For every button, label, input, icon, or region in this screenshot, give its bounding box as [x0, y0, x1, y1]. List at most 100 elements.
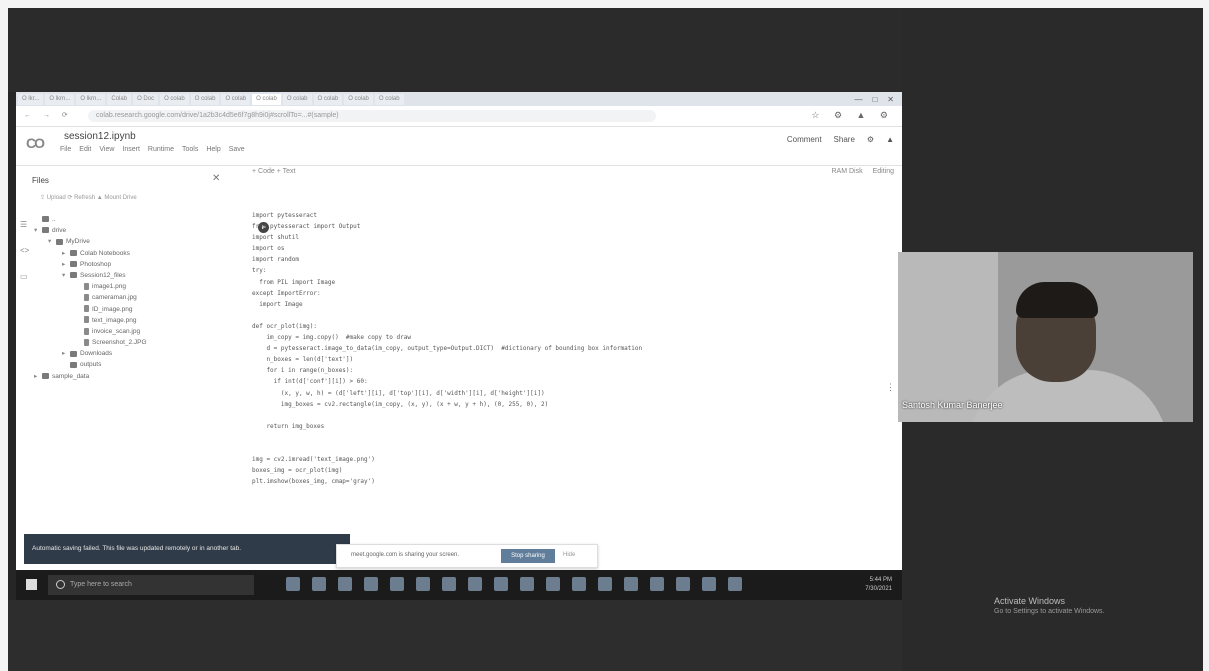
teams-icon[interactable]	[572, 577, 586, 591]
file-icon	[84, 305, 89, 313]
browser-tab[interactable]: O colab	[313, 93, 343, 105]
close-window-icon[interactable]: ✕	[887, 95, 894, 104]
task-view-icon[interactable]	[286, 577, 300, 591]
edge-icon[interactable]	[312, 577, 326, 591]
system-tray-clock[interactable]: 5:44 PM 7/30/2021	[865, 576, 892, 594]
tree-item-label: outputs	[80, 361, 102, 369]
file-item[interactable]: Screenshot_2.JPG	[22, 337, 232, 348]
menu-item-insert[interactable]: Insert	[122, 146, 140, 153]
menu-item-help[interactable]: Help	[206, 146, 220, 153]
code-line: import os	[252, 245, 285, 253]
menu-item-view[interactable]: View	[99, 146, 114, 153]
code-line: im_copy = img.copy() #make copy to draw	[252, 334, 411, 342]
files-actions[interactable]: ⇪ Upload ⟳ Refresh ▲ Mount Drive	[40, 194, 137, 201]
colab-menu-bar: File Edit View Insert Runtime Tools Help Save	[60, 146, 245, 153]
excel-icon[interactable]	[468, 577, 482, 591]
tree-item-label: Photoshop	[80, 260, 112, 268]
folder-item[interactable]: ▾ Session12_files	[22, 270, 232, 281]
code-line: return img_boxes	[252, 422, 325, 430]
word-icon[interactable]	[442, 577, 456, 591]
browser-tab[interactable]: O colab	[282, 93, 312, 105]
close-icon[interactable]: ✕	[212, 173, 220, 184]
file-item[interactable]: image1.png	[22, 281, 232, 292]
notebook-title[interactable]: session12.ipynb	[64, 131, 136, 142]
expand-arrow-icon[interactable]: ▾	[48, 236, 56, 247]
folder-item[interactable]: ▸ Downloads	[22, 348, 232, 359]
code-text-toolbar[interactable]: + Code + Text	[252, 168, 295, 175]
folder-item[interactable]: ▾ MyDrive	[22, 236, 232, 247]
url-field[interactable]: colab.research.google.com/drive/1a2b3c4d…	[88, 110, 656, 122]
comment-button[interactable]: Comment	[787, 135, 822, 144]
editing-indicator[interactable]: Editing	[873, 168, 894, 175]
code-line: d = pytesseract.image_to_data(im_copy, o…	[252, 345, 643, 353]
tree-item-label: Downloads	[80, 350, 113, 358]
browser-tab[interactable]: O colab	[344, 93, 373, 105]
webcam-tile: Santosh Kumar Banerjee	[898, 252, 1193, 422]
media-icon[interactable]	[728, 577, 742, 591]
menu-item-tools[interactable]: Tools	[182, 146, 198, 153]
expand-arrow-icon[interactable]: ▾	[34, 225, 42, 236]
browser-extensions-icons[interactable]: ☆ ⚙ ▲ ⚙	[811, 110, 894, 121]
file-item[interactable]: text_image.png	[22, 315, 232, 326]
notepad-icon[interactable]	[650, 577, 664, 591]
taskbar-search[interactable]: Type here to search	[48, 575, 254, 595]
nav-buttons[interactable]: ← → ⟳	[24, 111, 73, 119]
mail-icon[interactable]	[364, 577, 378, 591]
share-button[interactable]: Share	[834, 135, 855, 144]
settings-icon[interactable]: ⚙	[867, 135, 874, 144]
more-options-icon[interactable]: ⋮	[886, 382, 895, 393]
chrome-icon[interactable]	[416, 577, 430, 591]
photos-icon[interactable]	[520, 577, 534, 591]
settings-icon[interactable]	[598, 577, 612, 591]
maximize-icon[interactable]: □	[872, 95, 877, 104]
folder-item[interactable]: ▸ Photoshop	[22, 259, 232, 270]
file-item[interactable]: ID_image.png	[22, 304, 232, 315]
folder-item[interactable]: ▸ sample_data	[22, 371, 232, 382]
expand-arrow-icon[interactable]: ▸	[34, 371, 42, 382]
window-controls: — □ ✕	[854, 95, 902, 104]
minimize-icon[interactable]: —	[854, 95, 862, 104]
store-icon[interactable]	[338, 577, 352, 591]
menu-item-file[interactable]: File	[60, 146, 71, 153]
windows-start-icon[interactable]	[26, 579, 37, 590]
explorer-icon[interactable]	[390, 577, 404, 591]
menu-item-edit[interactable]: Edit	[79, 146, 91, 153]
stop-sharing-button[interactable]: Stop sharing	[501, 549, 555, 563]
header-actions: Comment Share ⚙ ▲	[787, 135, 894, 144]
expand-arrow-icon[interactable]: ▸	[62, 248, 70, 259]
powerpoint-icon[interactable]	[494, 577, 508, 591]
ram-disk-indicator[interactable]: RAM Disk	[831, 168, 862, 175]
folder-item[interactable]: outputs	[22, 359, 232, 370]
folder-item[interactable]: ▸ Colab Notebooks	[22, 248, 232, 259]
expand-arrow-icon[interactable]: ▾	[62, 270, 70, 281]
activate-subtitle: Go to Settings to activate Windows.	[994, 608, 1105, 615]
browser-tab[interactable]: O colab	[160, 93, 189, 105]
browser-tab[interactable]: O colab	[190, 93, 220, 105]
tree-item-label: ID_image.png	[92, 305, 133, 313]
browser-tab[interactable]: O lkrn...	[76, 93, 106, 105]
account-avatar[interactable]: ▲	[886, 135, 894, 144]
file-item[interactable]: cameraman.jpg	[22, 292, 232, 303]
camera-icon[interactable]	[676, 577, 690, 591]
menu-item-save[interactable]: Save	[229, 146, 245, 153]
folder-item[interactable]: ▾ drive	[22, 225, 232, 236]
vscode-icon[interactable]	[546, 577, 560, 591]
code-cell[interactable]: import pytesseract from pytesseract impor…	[252, 210, 852, 540]
menu-item-runtime[interactable]: Runtime	[148, 146, 174, 153]
browser-tab[interactable]: O lkrn...	[45, 93, 75, 105]
browser-tab[interactable]: Colab	[107, 93, 132, 105]
browser-tab[interactable]: O lkr...	[18, 93, 44, 105]
browser-tab[interactable]: O colab	[221, 93, 251, 105]
code-line: except ImportError:	[252, 289, 321, 297]
calculator-icon[interactable]	[624, 577, 638, 591]
file-item[interactable]: invoice_scan.jpg	[22, 326, 232, 337]
browser-tab[interactable]: O colab	[252, 93, 281, 105]
terminal-icon[interactable]	[702, 577, 716, 591]
browser-tab[interactable]: O colab	[374, 93, 404, 105]
expand-arrow-icon[interactable]: ▸	[62, 348, 70, 359]
browser-tab[interactable]: O Doc	[133, 93, 159, 105]
folder-item[interactable]: ..	[22, 214, 232, 225]
expand-arrow-icon[interactable]: ▸	[62, 259, 70, 270]
hide-button[interactable]: Hide	[563, 552, 575, 558]
shared-screen: O lkr... O lkrn... O lkrn... Colab O Doc O co…	[16, 92, 902, 600]
